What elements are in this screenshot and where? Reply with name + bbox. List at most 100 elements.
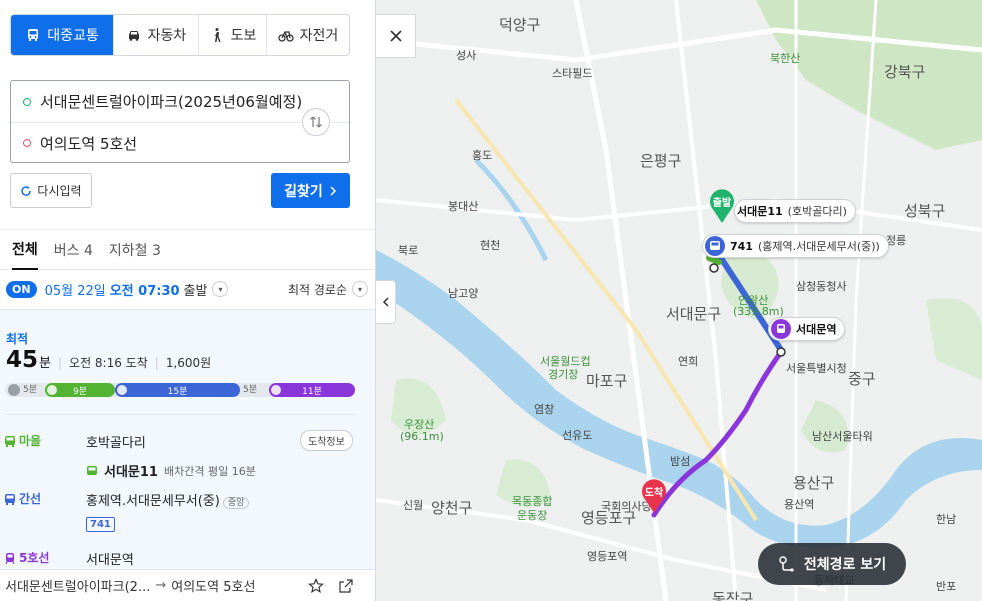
map-label: 은평구 [640,152,682,170]
stop-name: 홍제역.서대문세무서(중) 중앙 [86,490,250,509]
origin-destination-box: 서대문센트럴아이파크(2025년06월예정) 여의도역 5호선 [10,80,350,163]
star-icon[interactable] [308,577,324,594]
map-label: 서대문구 [666,305,722,323]
map-label: (339.8m) [733,305,784,318]
destination-field[interactable]: 여의도역 5호선 [11,122,349,163]
bus-icon [28,29,39,41]
search-route-button[interactable]: 길찾기 [271,173,350,208]
origin-dot-icon [23,97,31,106]
route-summary-bar: 서대문센트럴아이파크(2... → 여의도역 5호선 [0,569,375,601]
subway-callout[interactable]: 서대문역 [768,317,846,341]
map-label: 북한산 [770,52,801,65]
subway-segment: 11분 [269,383,355,397]
map-label: 중구 [848,370,876,388]
map-label: 용산구 [793,474,835,492]
map-label: 경기장 [548,368,579,381]
bus-info: 서대문11 배차간격 평일 16분 [86,461,256,480]
callout-bus-number: 741 [730,239,753,253]
callout-stop: 서대문11 [737,205,783,218]
result-tabs: 전체 버스 4 지하철 3 [0,229,375,270]
map-label: 북로 [398,244,419,257]
step-type: 간선 [4,490,41,507]
close-button[interactable] [376,14,416,58]
arrival-info-button[interactable]: 도착정보 [300,430,353,451]
bus-number[interactable]: 서대문11 [104,461,158,480]
map-view[interactable]: 덕양구 은평구 서대문구 마포구 양천구 영등포구 용산구 중구 성북구 강북구… [376,0,982,601]
map-label: 강북구 [884,63,926,81]
step-content: 홍제역.서대문세무서(중) 중앙 741 [86,490,250,532]
reset-label: 다시입력 [37,184,82,198]
tab-subway[interactable]: 지하철 3 [109,230,161,270]
tab-label: 자전거 [299,28,339,44]
swap-button[interactable] [302,108,330,136]
map-label: 성사 [456,49,477,62]
bus-icon [5,435,15,447]
departure-suffix: 출발 [183,283,208,299]
tab-bicycle[interactable]: 자전거 [267,15,349,55]
departure-date[interactable]: 05월 22일 [45,280,106,299]
subway-icon [5,552,15,564]
map-label: 정릉 [886,234,907,247]
on-badge[interactable]: ON [6,280,37,298]
tab-label: 자동차 [147,28,187,44]
map-label: 한남 [936,513,957,526]
best-route-tag: 최적 [6,332,29,346]
arrow-icon: → [155,578,167,593]
collapse-panel-button[interactable] [376,280,396,324]
stop-name: 서대문역 [86,553,134,568]
summary-origin: 서대문센트럴아이파크(2... [5,580,151,595]
bus-callout[interactable]: 741 (홍제역.서대문세무서(중)) [702,234,889,258]
whole-route-label: 전체경로 보기 [803,557,887,573]
tab-bus[interactable]: 버스 4 [54,230,93,270]
route-card[interactable]: 최적 45 분 | 오전 8:16 도착 | 1,600원 5분 9분 15분 … [0,309,375,569]
tab-car[interactable]: 자동차 [114,15,199,55]
route-icon [779,556,794,572]
map-label: 동작구 [712,590,754,601]
departure-row: ON 05월 22일 오전 07:30 출발 ▾ 최적 경로순 ▾ [0,270,375,308]
bus-icon [47,385,57,395]
tab-walk[interactable]: 도보 [199,15,267,55]
sort-label: 최적 경로순 [287,282,347,297]
walk-segment: 5분 [243,385,258,395]
share-icon[interactable] [338,578,354,594]
bus-number[interactable]: 741 [86,517,115,532]
walk-segment: 5분 [8,383,37,397]
callout-station: 서대문역 [796,323,837,336]
tab-public-transit[interactable]: 대중교통 [11,15,114,55]
map-label: 염창 [534,403,555,416]
bus-icon [117,385,127,395]
map-label: 반포 [936,580,957,593]
sort-dropdown[interactable]: 최적 경로순 ▾ [288,281,368,298]
chevron-down-icon: ▾ [352,281,368,297]
start-pin-icon[interactable]: 출발 [708,188,736,224]
stop-name: 호박골다리 [86,436,146,451]
departure-time[interactable]: 오전 07:30 [110,280,180,299]
map-label: (96.1m) [400,430,444,443]
close-icon [389,30,402,42]
map-label: 선유도 [562,429,593,442]
car-icon [128,31,139,41]
bus-icon [705,236,725,256]
origin-text: 서대문센트럴아이파크(2025년06월예정) [40,93,303,111]
origin-field[interactable]: 서대문센트럴아이파크(2025년06월예정) [11,81,349,122]
map-label: 스타필드 [552,67,593,80]
map-label: 마포구 [586,372,628,390]
subway-icon [271,385,281,395]
subway-icon [771,319,791,339]
map-label: 남고양 [448,287,479,300]
divider: | [154,356,159,370]
tab-label: 대중교통 [47,28,99,44]
bus-icon [5,493,15,505]
start-stop-callout[interactable]: 서대문11 (호박골다리) [734,199,856,223]
tab-label: 도보 [230,28,257,44]
chevron-down-icon[interactable]: ▾ [212,281,229,297]
reset-button[interactable]: 다시입력 [10,173,92,208]
view-whole-route-button[interactable]: 전체경로 보기 [758,543,906,585]
tab-all[interactable]: 전체 [12,230,38,270]
walk-icon [8,383,20,396]
route-panel: 대중교통 자동차 도보 자전거 서대문센트럴아이파크(2025년06월예정) 여… [0,0,376,601]
duration-number: 45 [6,347,39,373]
map-label: 연희 [678,355,699,368]
arrival-pin-icon[interactable]: 도착 [640,478,668,514]
stop-chip: 중앙 [222,497,250,509]
